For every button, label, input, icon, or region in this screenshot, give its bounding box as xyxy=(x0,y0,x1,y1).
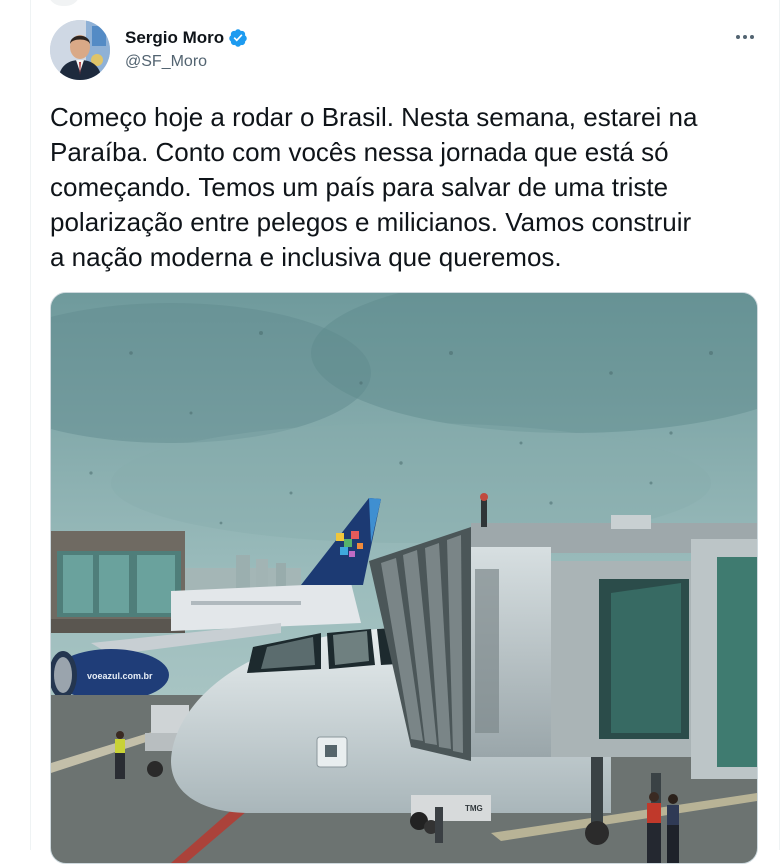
avatar[interactable] xyxy=(50,20,110,80)
tug-text: TMG xyxy=(465,804,483,813)
more-horizontal-icon[interactable] xyxy=(730,24,760,50)
tweet-photo[interactable]: voeazul.com.br TMG xyxy=(50,292,758,864)
engine-livery-text: voeazul.com.br xyxy=(87,671,153,681)
author-name[interactable]: Sergio Moro xyxy=(125,28,224,48)
verified-badge-icon xyxy=(228,28,248,48)
avatar-image xyxy=(50,20,110,80)
tweet-text: Começo hoje a rodar o Brasil. Nesta sema… xyxy=(50,102,698,272)
airport-photo: voeazul.com.br TMG xyxy=(51,293,757,863)
author-row: Sergio Moro xyxy=(125,28,248,48)
author-handle[interactable]: @SF_Moro xyxy=(125,53,207,71)
